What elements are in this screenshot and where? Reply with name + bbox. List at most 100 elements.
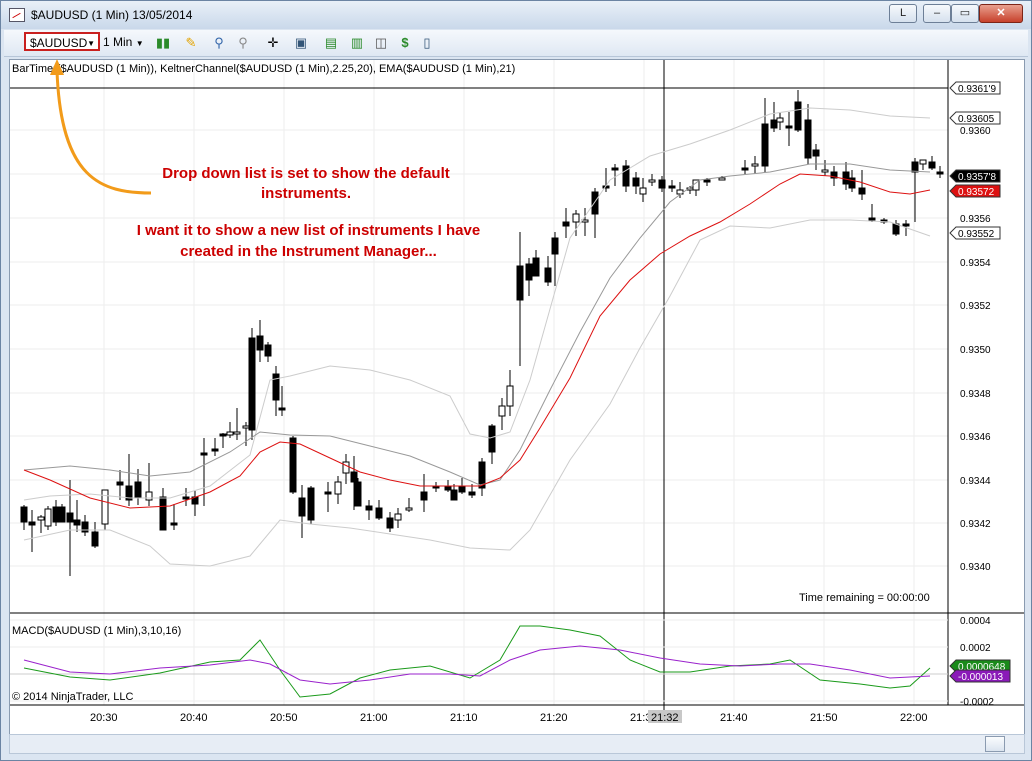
candle-body (858, 187, 866, 195)
time-axis-label: 21:20 (540, 712, 568, 724)
candle-body (551, 237, 559, 255)
candle-body (226, 431, 234, 436)
candle-body (544, 267, 552, 283)
candle-body (420, 491, 428, 501)
candle-body (911, 161, 919, 173)
time-axis-label: 21:50 (810, 712, 838, 724)
time-axis-label: 20:50 (270, 712, 298, 724)
candle-body (785, 125, 793, 129)
title-bar[interactable]: $AUDUSD (1 Min) 13/05/2014 L – ▭ ✕ (1, 1, 1031, 29)
candle-body (468, 491, 476, 496)
candle-body (211, 448, 219, 452)
candle-body (751, 163, 759, 167)
candle-body (405, 507, 413, 511)
candle-body (28, 521, 36, 526)
annotation-line-1: Drop down list is set to show the defaul… (162, 165, 450, 182)
crosshair-time-label: 21:32 (651, 712, 679, 724)
annotation-line-2: instruments. (260, 185, 351, 202)
candle-body (324, 491, 332, 495)
indicators-icon[interactable]: ▥ (348, 34, 366, 51)
candle-body (289, 437, 297, 493)
horizontal-scrollbar[interactable] (9, 734, 1025, 754)
candle-body (458, 485, 466, 493)
dollar-icon[interactable]: $ (396, 34, 414, 51)
maximize-button[interactable]: ▭ (951, 4, 979, 23)
candle-body (365, 505, 373, 511)
time-axis-label: 21:40 (720, 712, 748, 724)
strategies-icon[interactable]: ◫ (372, 34, 390, 51)
candle-body (334, 481, 342, 495)
candle-body (804, 119, 812, 159)
scrollbar-thumb[interactable] (985, 736, 1005, 752)
chart-app-icon (9, 8, 25, 22)
zoom-in-icon[interactable]: ⚲ (210, 34, 228, 51)
properties-icon[interactable]: ▤ (322, 34, 340, 51)
close-button[interactable]: ✕ (979, 4, 1023, 23)
time-axis-label: 21:00 (360, 712, 388, 724)
candle-body (794, 101, 802, 131)
candle-body (264, 344, 272, 357)
candle-body (658, 179, 666, 189)
candle-body (342, 461, 350, 474)
price-axis-label: 0.9350 (960, 345, 991, 356)
candle-body (936, 171, 944, 175)
window-title: $AUDUSD (1 Min) 13/05/2014 (31, 8, 193, 22)
candle-body (572, 213, 580, 223)
price-tag-label: 0.93605 (958, 114, 995, 125)
candle-body (66, 512, 74, 523)
candle-body (444, 485, 452, 491)
price-axis-label: 0.9344 (960, 476, 991, 487)
keltner-middle-line (23, 163, 931, 486)
candle-body (134, 481, 142, 499)
candle-body (20, 506, 28, 523)
time-axis-label: 20:40 (180, 712, 208, 724)
link-button[interactable]: L (889, 4, 917, 23)
candle-body (703, 179, 711, 183)
price-tag-label: 0.9357'8 (958, 172, 996, 183)
candle-body (159, 496, 167, 531)
time-axis-label: 22:00 (900, 712, 928, 724)
candle-body (248, 337, 256, 431)
price-axis-label: 0.9340 (960, 562, 991, 573)
candle-body (812, 149, 820, 157)
minimize-button[interactable]: – (923, 4, 951, 23)
price-axis-label: 0.9342 (960, 519, 991, 530)
candle-body (892, 223, 900, 235)
candle-body (488, 425, 496, 453)
candle-body (516, 265, 524, 301)
candle-body (498, 405, 506, 417)
candle-body (37, 516, 45, 521)
candle-body (668, 185, 676, 189)
price-axis-label: 0.9346 (960, 432, 991, 443)
candle-body (581, 219, 589, 223)
price-axis-label: 0.9348 (960, 389, 991, 400)
candle-body (354, 481, 362, 507)
candle-body (307, 487, 315, 521)
instrument-value: $AUDUSD (30, 36, 88, 50)
order-entry-icon[interactable]: ▯ (418, 34, 436, 51)
candle-body (928, 161, 936, 169)
price-tag-label: 0.9361'9 (958, 84, 996, 95)
annotation-line-3: I want it to show a new list of instrume… (136, 222, 481, 239)
candle-body (278, 407, 286, 411)
candle-body (375, 507, 383, 519)
candle-body (58, 506, 66, 523)
candle-body (591, 191, 599, 215)
candle-body (632, 177, 640, 187)
candle-body (242, 425, 250, 429)
candle-body (182, 496, 190, 500)
candle-body (91, 531, 99, 547)
candle-body (821, 169, 829, 173)
candle-body (386, 517, 394, 529)
data-box-icon[interactable]: ▣ (292, 34, 310, 51)
zoom-out-icon[interactable]: ⚲ (234, 34, 252, 51)
candle-body (611, 167, 619, 171)
crosshair-icon[interactable]: ✛ (264, 34, 282, 51)
pencil-icon[interactable]: ✎ (182, 34, 200, 51)
copyright-text: © 2014 NinjaTrader, LLC (12, 691, 134, 703)
candle-body (770, 119, 778, 129)
candle-body (233, 431, 241, 435)
candle-body (842, 171, 850, 185)
candle-body (525, 263, 533, 281)
candle-body (170, 522, 178, 526)
